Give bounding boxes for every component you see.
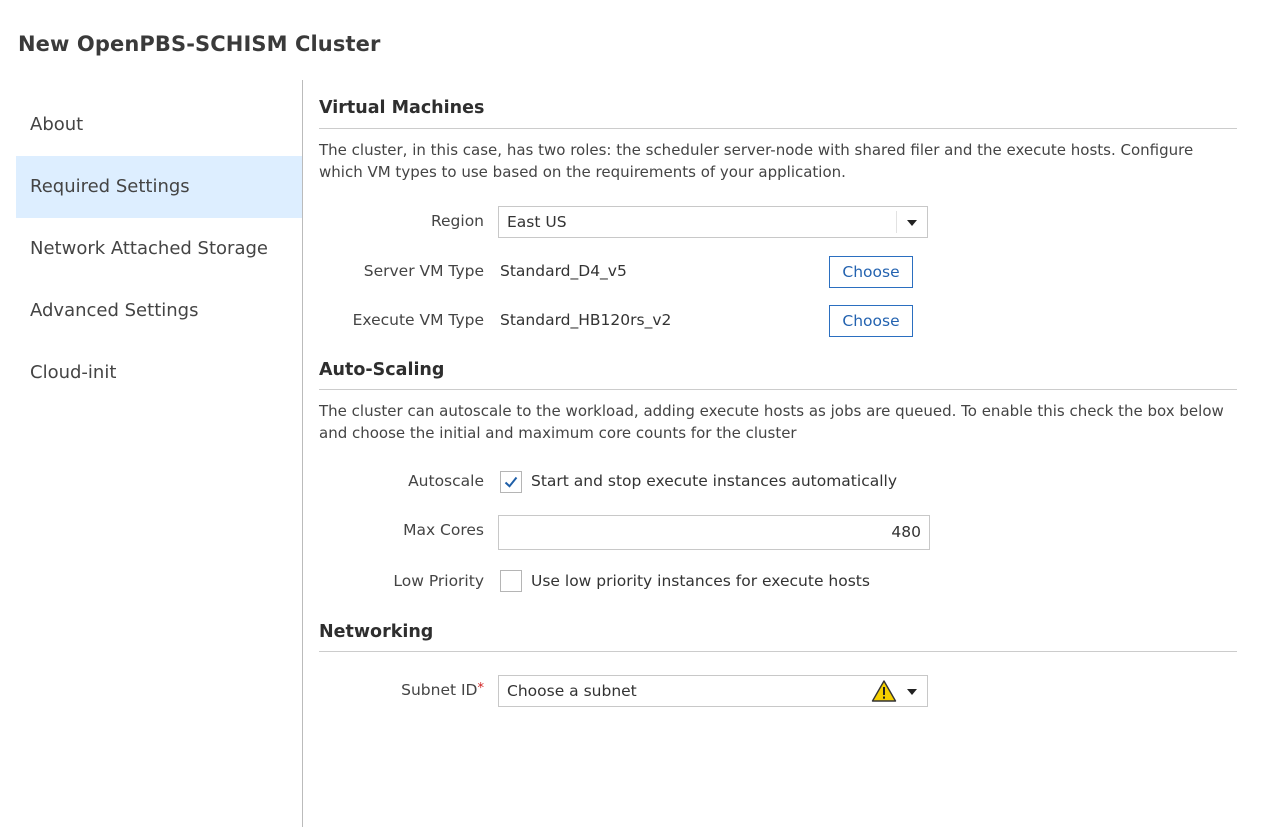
sidebar-item-about[interactable]: About (16, 94, 302, 156)
section-title-auto-scaling: Auto-Scaling (319, 360, 445, 380)
sidebar-item-network-attached-storage[interactable]: Network Attached Storage (16, 218, 302, 280)
server-vm-type-value: Standard_D4_v5 (500, 262, 627, 280)
low-priority-checkbox[interactable] (500, 570, 522, 592)
subnet-select-placeholder: Choose a subnet (507, 682, 637, 700)
dropdown-separator (896, 211, 897, 233)
max-cores-input[interactable]: 480 (498, 515, 930, 550)
section-rule (319, 651, 1237, 652)
sidebar-item-cloud-init[interactable]: Cloud-init (16, 342, 302, 404)
region-label: Region (430, 212, 484, 230)
autoscale-checkbox[interactable] (500, 471, 522, 493)
autoscale-checkbox-label[interactable]: Start and stop execute instances automat… (531, 472, 897, 490)
low-priority-label: Low Priority (393, 572, 484, 590)
region-select[interactable]: East US (498, 206, 928, 238)
section-description-virtual-machines: The cluster, in this case, has two roles… (319, 141, 1194, 181)
chevron-down-icon[interactable] (907, 220, 917, 226)
subnet-id-label: Subnet ID* (401, 681, 484, 699)
sidebar-item-required-settings[interactable]: Required Settings (16, 156, 302, 218)
autoscale-label: Autoscale (408, 472, 484, 490)
choose-server-vm-button[interactable]: Choose (829, 256, 913, 288)
required-indicator: * (477, 681, 485, 696)
subnet-select[interactable]: Choose a subnet (498, 675, 928, 707)
sidebar-item-advanced-settings[interactable]: Advanced Settings (16, 280, 302, 342)
execute-vm-type-label: Execute VM Type (352, 311, 484, 329)
server-vm-type-label: Server VM Type (363, 262, 484, 280)
chevron-down-icon[interactable] (907, 689, 917, 695)
section-rule (319, 128, 1237, 129)
page-title: New OpenPBS-SCHISM Cluster (18, 32, 381, 56)
checkmark-icon (504, 476, 518, 488)
low-priority-checkbox-label[interactable]: Use low priority instances for execute h… (531, 572, 870, 590)
max-cores-label: Max Cores (403, 521, 484, 539)
execute-vm-type-value: Standard_HB120rs_v2 (500, 311, 672, 329)
section-title-virtual-machines: Virtual Machines (319, 98, 485, 118)
sidebar-divider (302, 80, 303, 827)
subnet-id-label-text: Subnet ID (401, 681, 478, 699)
region-select-value: East US (507, 213, 567, 231)
section-description-auto-scaling: The cluster can autoscale to the workloa… (319, 402, 1224, 442)
section-rule (319, 389, 1237, 390)
choose-execute-vm-button[interactable]: Choose (829, 305, 913, 337)
warning-icon (871, 680, 897, 702)
sidebar-nav: About Required Settings Network Attached… (16, 94, 302, 404)
section-title-networking: Networking (319, 622, 434, 642)
